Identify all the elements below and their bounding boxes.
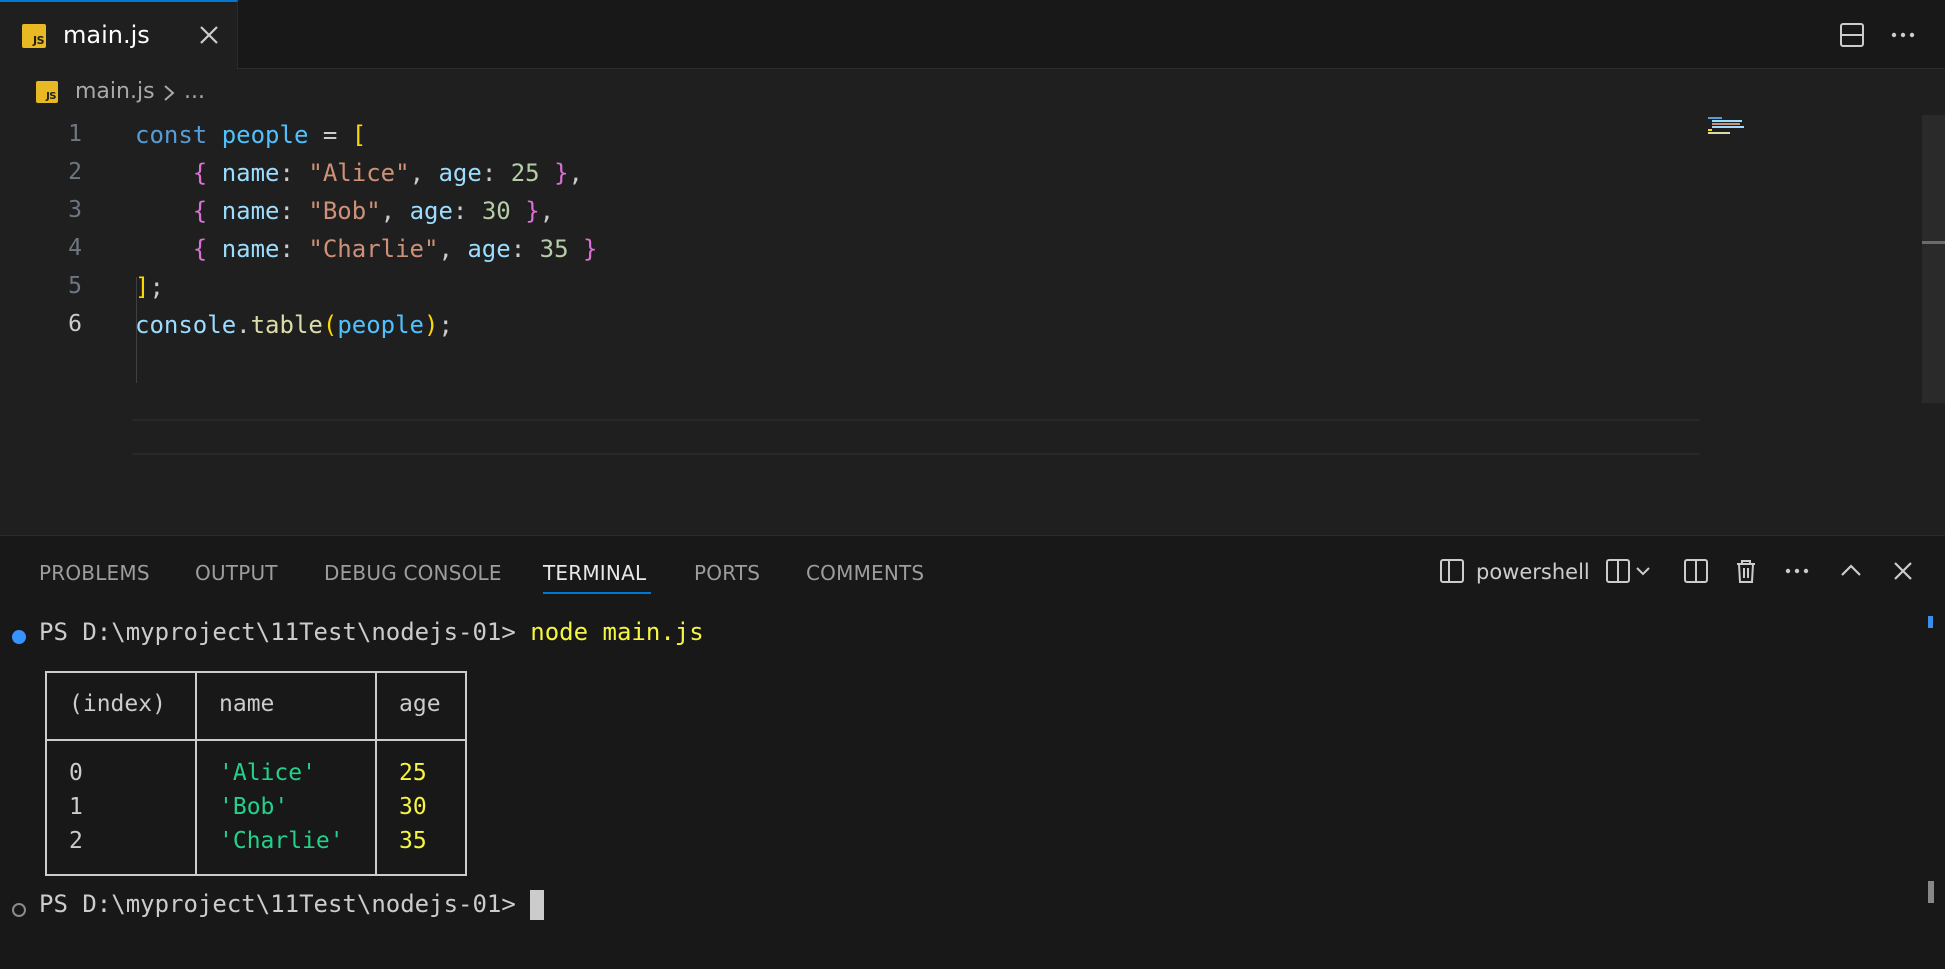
line-number: 2 (68, 159, 82, 185)
table-cell-age: 30 (399, 794, 427, 820)
minimap[interactable] (1706, 115, 1776, 137)
split-layout-icon[interactable] (1837, 20, 1867, 50)
table-cell-age: 25 (399, 760, 427, 786)
code-text[interactable]: const people = [ (135, 121, 366, 149)
tab-ports[interactable]: PORTS (694, 561, 760, 585)
code-line: 2 { name: "Alice", age: 25 }, (0, 155, 1700, 193)
terminal-split-icon[interactable] (1437, 556, 1467, 586)
editor-tab-bar: JS main.js (0, 0, 1945, 69)
code-text[interactable]: { name: "Alice", age: 25 }, (135, 159, 583, 187)
table-header: age (399, 691, 441, 717)
tab-label: main.js (63, 21, 150, 49)
breadcrumb-more[interactable]: ... (184, 79, 205, 104)
terminal-scrollbar[interactable] (1928, 881, 1934, 903)
prompt: PS D:\myproject\11Test\nodejs-01> (39, 890, 516, 918)
table-cell-index: 0 (69, 760, 83, 786)
javascript-file-icon: JS (22, 24, 46, 48)
code-line: 3 { name: "Bob", age: 30 }, (0, 193, 1700, 231)
terminal-line: PS D:\myproject\11Test\nodejs-01> (39, 890, 545, 920)
table-cell-index: 2 (69, 828, 83, 854)
line-number: 4 (68, 235, 82, 261)
console-table: (index) name age 0 'Alice' 25 1 'Bob' 30… (45, 671, 467, 876)
table-cell-index: 1 (69, 794, 83, 820)
table-cell-name: 'Alice' (219, 760, 316, 786)
line-number: 1 (68, 121, 82, 147)
code-line: 6 console.table(people); (0, 307, 1700, 345)
more-actions-icon[interactable] (1888, 20, 1918, 50)
command-success-dot[interactable] (12, 630, 26, 644)
javascript-file-icon: JS (36, 81, 58, 103)
js-icon-label: JS (32, 34, 45, 47)
table-header: name (219, 691, 275, 717)
tab-comments[interactable]: COMMENTS (806, 561, 924, 585)
close-icon[interactable] (1888, 556, 1918, 586)
trash-icon[interactable] (1731, 556, 1761, 586)
code-text[interactable]: ]; (135, 273, 164, 301)
terminal-cursor (530, 890, 545, 920)
table-header: (index) (69, 691, 166, 717)
breadcrumb: JS main.js ... (0, 69, 1945, 117)
active-tab-indicator (543, 592, 651, 594)
line-number: 5 (68, 273, 82, 299)
line-number: 3 (68, 197, 82, 223)
bottom-panel: PROBLEMS OUTPUT DEBUG CONSOLE TERMINAL P… (0, 535, 1945, 969)
tab-problems[interactable]: PROBLEMS (39, 561, 150, 585)
code-line: 4 { name: "Charlie", age: 35 } (0, 231, 1700, 269)
js-icon-label: JS (46, 91, 56, 102)
breadcrumb-file[interactable]: main.js (75, 79, 155, 104)
chevron-right-icon (164, 85, 175, 101)
line-number: 6 (68, 311, 82, 337)
table-cell-age: 35 (399, 828, 427, 854)
code-text[interactable]: { name: "Charlie", age: 35 } (135, 235, 598, 263)
chevron-down-icon[interactable] (1633, 556, 1653, 586)
split-editor-icon[interactable] (1681, 556, 1711, 586)
tab-main-js[interactable]: JS main.js (0, 0, 238, 69)
code-editor[interactable]: 1 const people = [ 2 { name: "Alice", ag… (0, 117, 1945, 535)
tab-debug-console[interactable]: DEBUG CONSOLE (324, 561, 502, 585)
tab-output[interactable]: OUTPUT (195, 561, 278, 585)
command: node main.js (530, 618, 704, 646)
prompt: PS D:\myproject\11Test\nodejs-01> (39, 618, 516, 646)
table-cell-name: 'Bob' (219, 794, 289, 820)
terminal-shell-label[interactable]: powershell (1476, 560, 1590, 584)
editor-scrollbar[interactable] (1922, 115, 1945, 403)
terminal-line: PS D:\myproject\11Test\nodejs-01> node m… (39, 618, 704, 646)
code-text[interactable]: console.table(people); (135, 311, 453, 339)
chevron-up-icon[interactable] (1836, 556, 1866, 586)
split-terminal-icon[interactable] (1603, 556, 1633, 586)
scrollbar-cursor-marker (1922, 241, 1945, 244)
command-idle-dot[interactable] (12, 903, 26, 917)
code-text[interactable]: { name: "Bob", age: 30 }, (135, 197, 554, 225)
close-icon[interactable] (196, 22, 222, 48)
more-actions-icon[interactable] (1782, 556, 1812, 586)
table-cell-name: 'Charlie' (219, 828, 344, 854)
terminal-scroll-marker (1928, 616, 1933, 628)
tab-terminal[interactable]: TERMINAL (543, 561, 646, 585)
code-line: 1 const people = [ (0, 117, 1700, 155)
current-line-highlight (132, 419, 1700, 455)
code-line: 5 ]; (0, 269, 1700, 307)
